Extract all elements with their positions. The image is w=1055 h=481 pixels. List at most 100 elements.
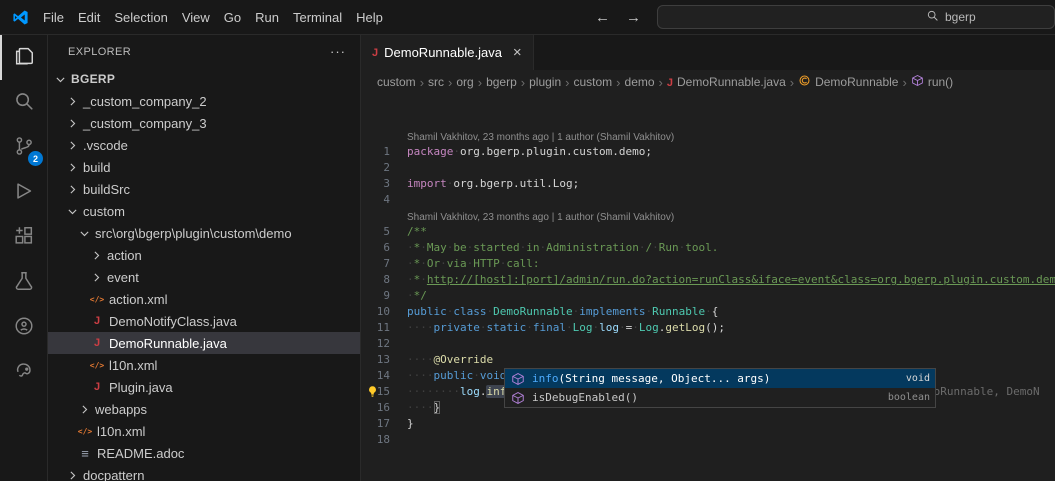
tree-item-bgerp[interactable]: BGERP xyxy=(48,68,360,90)
tree-item-src-org-bgerp-plugin-custom-demo[interactable]: src\org\bgerp\plugin\custom\demo xyxy=(48,222,360,244)
tree-item-buildsrc[interactable]: buildSrc xyxy=(48,178,360,200)
method-icon xyxy=(510,372,526,386)
line-number: 2 xyxy=(361,160,407,176)
breadcrumb-item-demorunnable-java[interactable]: JDemoRunnable.java xyxy=(667,75,786,89)
menu-terminal[interactable]: Terminal xyxy=(286,7,349,28)
lightbulb-icon[interactable] xyxy=(366,385,380,399)
breadcrumb-separator-icon: › xyxy=(902,75,906,90)
activity-bar-item-run-debug[interactable] xyxy=(0,170,47,215)
tree-item-label: README.adoc xyxy=(97,446,184,461)
tree-item-plugin-java[interactable]: JPlugin.java xyxy=(48,376,360,398)
java-file-icon: J xyxy=(88,381,106,393)
tree-item-l10n-xml[interactable]: </>l10n.xml xyxy=(48,420,360,442)
tree-item-label: build xyxy=(83,160,110,175)
tree-item-build[interactable]: build xyxy=(48,156,360,178)
search-icon xyxy=(926,9,939,25)
tree-item-docpattern[interactable]: docpattern xyxy=(48,464,360,481)
line-number: 17 xyxy=(361,416,407,432)
breadcrumb-item-plugin[interactable]: plugin xyxy=(529,75,561,89)
code-line-8: 8·*·http://[host]:[port]/admin/run.do?ac… xyxy=(361,272,1055,288)
tree-item-custom-company-2[interactable]: _custom_company_2 xyxy=(48,90,360,112)
tree-item-custom[interactable]: custom xyxy=(48,200,360,222)
code-editor[interactable]: Shamil Vakhitov, 23 months ago | 1 autho… xyxy=(361,94,1055,481)
code-line-5: 5/** xyxy=(361,224,1055,240)
chevron-right-icon xyxy=(64,159,80,175)
close-icon[interactable]: × xyxy=(513,44,522,61)
tree-item-action[interactable]: action xyxy=(48,244,360,266)
tree-item-webapps[interactable]: webapps xyxy=(48,398,360,420)
tree-item-label: .vscode xyxy=(83,138,128,153)
menu-run[interactable]: Run xyxy=(248,7,286,28)
line-number: 18 xyxy=(361,432,407,448)
search-box[interactable]: bgerp xyxy=(657,5,1055,29)
breadcrumb-separator-icon: › xyxy=(478,75,482,90)
history-navigation: ← → xyxy=(595,9,641,26)
breadcrumb-item-src[interactable]: src xyxy=(428,75,444,89)
tree-item-label: BGERP xyxy=(71,72,115,86)
line-number: 13 xyxy=(361,352,407,368)
tree-item-demonotifyclass-java[interactable]: JDemoNotifyClass.java xyxy=(48,310,360,332)
tree-item-label: event xyxy=(107,270,139,285)
codelens-blame[interactable]: Shamil Vakhitov, 23 months ago | 1 autho… xyxy=(361,128,1055,144)
chevron-right-icon xyxy=(88,247,104,263)
tree-item-action-xml[interactable]: </>action.xml xyxy=(48,288,360,310)
menu-selection[interactable]: Selection xyxy=(107,7,174,28)
code-line-2: 2 xyxy=(361,160,1055,176)
suggestion-info[interactable]: info(String message, Object... args)void xyxy=(505,369,935,388)
breadcrumb-separator-icon: › xyxy=(420,75,424,90)
activity-bar-item-explorer[interactable] xyxy=(0,35,47,80)
menu-view[interactable]: View xyxy=(175,7,217,28)
breadcrumb-item-run[interactable]: run() xyxy=(911,74,953,90)
code-line-1: 1package·org.bgerp.plugin.custom.demo; xyxy=(361,144,1055,160)
line-number: 11 xyxy=(361,320,407,336)
tree-item-label: _custom_company_3 xyxy=(83,116,207,131)
go-back-icon[interactable]: ← xyxy=(595,9,610,26)
menu-help[interactable]: Help xyxy=(349,7,390,28)
tree-item-readme-adoc[interactable]: ≡README.adoc xyxy=(48,442,360,464)
code-line-18: 18 xyxy=(361,432,1055,448)
xml-file-icon: </> xyxy=(76,427,94,436)
breadcrumb-item-custom[interactable]: custom xyxy=(573,75,612,89)
breadcrumb-item-demorunnable[interactable]: DemoRunnable xyxy=(798,74,898,90)
tree-item-l10n-xml[interactable]: </>l10n.xml xyxy=(48,354,360,376)
file-tree: BGERP _custom_company_2 _custom_company_3.… xyxy=(48,68,360,481)
activity-bar-item-gradle[interactable] xyxy=(0,350,47,395)
sidebar-header: EXPLORER ··· xyxy=(48,35,360,68)
tree-item-label: custom xyxy=(83,204,125,219)
search-icon xyxy=(13,90,35,115)
suggestion-isdebugenabled[interactable]: isDebugEnabled() boolean xyxy=(505,388,935,407)
more-actions-icon[interactable]: ··· xyxy=(330,44,346,59)
chevron-right-icon xyxy=(88,269,104,285)
breadcrumb-separator-icon: › xyxy=(790,75,794,90)
activity-bar-item-testing[interactable] xyxy=(0,260,47,305)
method-icon xyxy=(510,391,526,405)
tree-item-custom-company-3[interactable]: _custom_company_3 xyxy=(48,112,360,134)
chevron-down-icon xyxy=(76,225,92,241)
activity-bar-item-search[interactable] xyxy=(0,80,47,125)
breadcrumb-separator-icon: › xyxy=(448,75,452,90)
breadcrumb-item-custom[interactable]: custom xyxy=(377,75,416,89)
tree-item-vscode[interactable]: .vscode xyxy=(48,134,360,156)
tree-item-event[interactable]: event xyxy=(48,266,360,288)
menu-file[interactable]: File xyxy=(36,7,71,28)
chevron-right-icon xyxy=(76,401,92,417)
code-line-13: 13····@Override xyxy=(361,352,1055,368)
breadcrumb-item-bgerp[interactable]: bgerp xyxy=(486,75,517,89)
breadcrumb-item-demo[interactable]: demo xyxy=(625,75,655,89)
menu-go[interactable]: Go xyxy=(217,7,248,28)
activity-bar-item-source-control[interactable]: 2 xyxy=(0,125,47,170)
tree-item-label: DemoRunnable.java xyxy=(109,336,227,351)
suggestion-label: isDebugEnabled() xyxy=(532,390,638,406)
line-number: 10 xyxy=(361,304,407,320)
code-line-9: 9·*/ xyxy=(361,288,1055,304)
suggestion-return-type: boolean xyxy=(876,390,930,406)
activity-bar-item-live-share[interactable] xyxy=(0,305,47,350)
breadcrumb-item-org[interactable]: org xyxy=(456,75,473,89)
menu-edit[interactable]: Edit xyxy=(71,7,107,28)
codelens-blame[interactable]: Shamil Vakhitov, 23 months ago | 1 autho… xyxy=(361,208,1055,224)
tab-demorunnable-java[interactable]: J DemoRunnable.java × xyxy=(361,35,534,70)
tree-item-demorunnable-java[interactable]: JDemoRunnable.java xyxy=(48,332,360,354)
activity-bar-item-extensions[interactable] xyxy=(0,215,47,260)
tree-item-label: webapps xyxy=(95,402,147,417)
go-forward-icon[interactable]: → xyxy=(626,9,641,26)
